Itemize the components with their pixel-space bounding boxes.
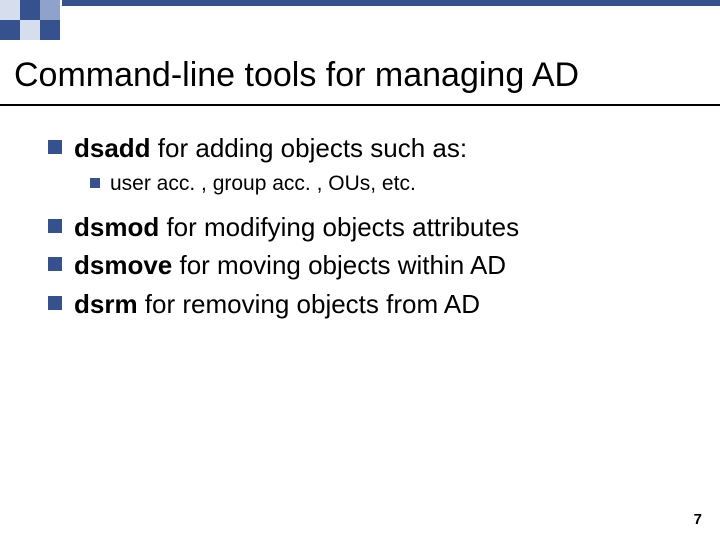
title-underline [0,104,720,106]
bullet-text: dsrm for removing objects from AD [74,288,480,321]
corner-decoration [0,0,720,42]
square-bullet-icon [48,219,62,233]
sub-bullet-item: user acc. , group acc. , OUs, etc. [90,171,688,197]
square-bullet-icon [90,178,100,188]
command-name: dsrm [74,289,138,319]
square-bullet-icon [48,296,62,310]
bullet-text: dsadd for adding objects such as: [74,132,467,165]
bullet-item-dsadd: dsadd for adding objects such as: [48,132,688,165]
bullet-rest: for modifying objects attributes [159,212,519,242]
bullet-item-dsmod: dsmod for modifying objects attributes [48,211,688,244]
command-name: dsadd [74,133,151,163]
bullet-rest: for removing objects from AD [138,289,480,319]
command-name: dsmove [74,250,172,280]
square-bullet-icon [48,257,62,271]
command-name: dsmod [74,212,159,242]
slide-body: dsadd for adding objects such as: user a… [48,132,688,326]
bullet-rest: for moving objects within AD [172,250,506,280]
page-number: 7 [694,511,702,528]
bullet-item-dsrm: dsrm for removing objects from AD [48,288,688,321]
bullet-text: dsmod for modifying objects attributes [74,211,519,244]
square-bullet-icon [48,140,62,154]
bullet-text: dsmove for moving objects within AD [74,249,506,282]
slide-title: Command-line tools for managing AD [14,56,579,95]
bullet-rest: for adding objects such as: [151,133,468,163]
bullet-item-dsmove: dsmove for moving objects within AD [48,249,688,282]
sub-bullet-text: user acc. , group acc. , OUs, etc. [110,171,416,197]
